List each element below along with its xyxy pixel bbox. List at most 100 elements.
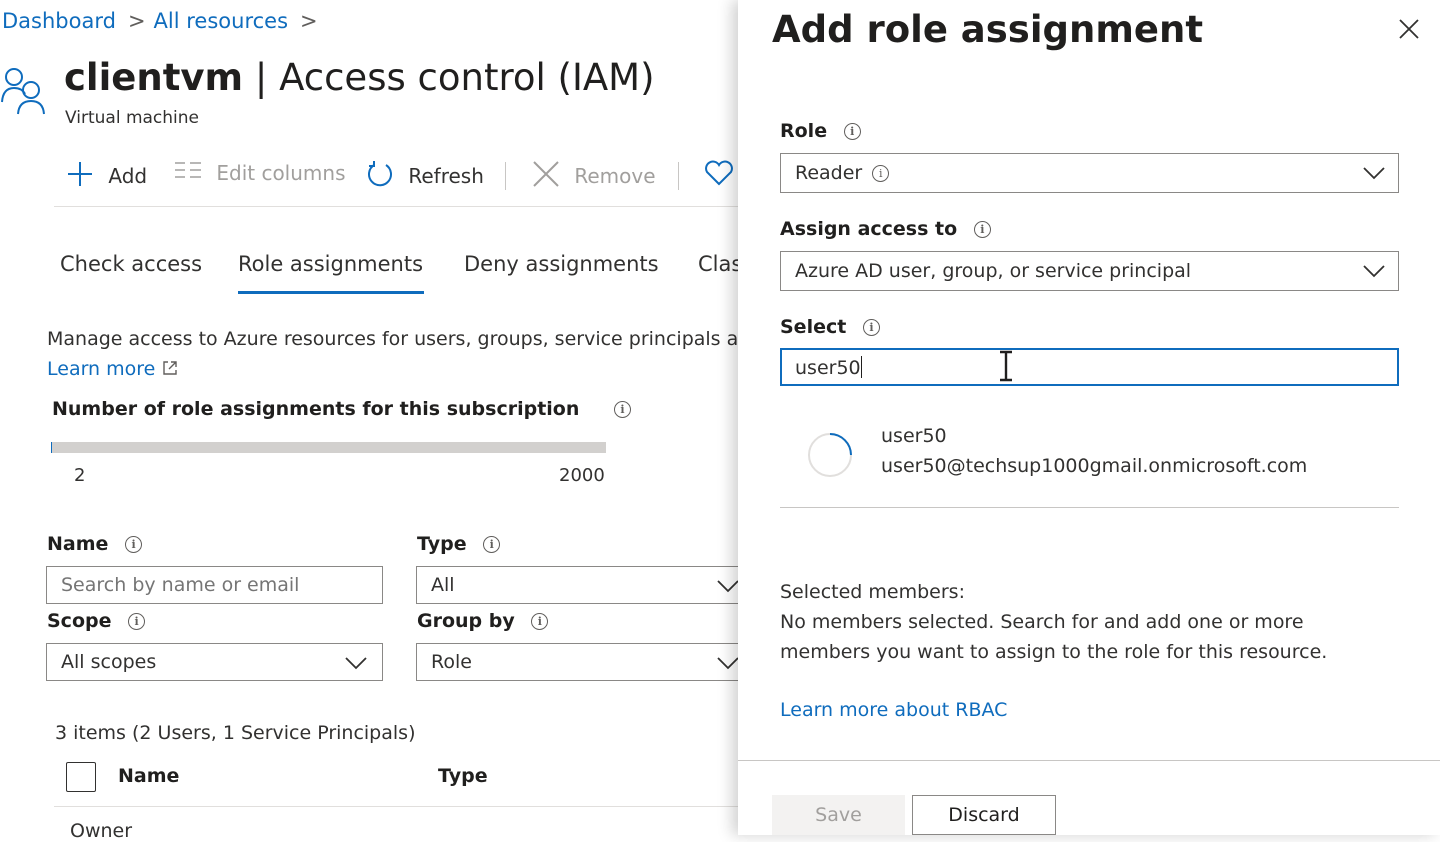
edit-columns-button[interactable]: Edit columns [174,160,346,185]
info-icon[interactable]: i [128,613,146,630]
loading-spinner-icon [808,433,852,477]
type-filter-label: Type i [417,533,501,555]
selected-members-message-line-1: No members selected. Search for and add … [780,611,1304,633]
toolbar-divider-line [54,206,738,207]
remove-label: Remove [574,164,656,188]
tab-deny-assignments[interactable]: Deny assignments [464,252,659,276]
info-icon[interactable]: i [843,123,861,140]
resource-name: clientvm [64,56,244,99]
assign-access-label-text: Assign access to [780,218,958,240]
add-button[interactable]: Add [66,160,147,188]
selected-members-title: Selected members: [780,581,965,603]
toolbar-divider [678,162,679,190]
remove-button[interactable]: Remove [532,160,656,188]
assignment-count-current: 2 [74,465,86,486]
table-group-owner[interactable]: Owner [70,820,132,842]
info-icon[interactable]: i [483,536,501,553]
group-by-label-text: Group by [417,610,515,632]
active-tab-indicator [238,291,424,294]
close-icon[interactable] [1394,14,1424,44]
users-icon [1,68,45,115]
info-icon[interactable]: i [872,165,890,182]
refresh-icon [368,161,392,187]
search-result-email[interactable]: user50@techsup1000gmail.onmicrosoft.com [881,455,1307,477]
member-search-value: user50 [795,357,861,379]
name-filter-label-text: Name [47,533,109,555]
assign-access-label: Assign access to i [780,218,991,240]
column-header-name[interactable]: Name [118,765,179,787]
info-icon[interactable]: i [125,536,143,553]
role-dropdown[interactable]: Reader i [780,153,1399,193]
info-icon[interactable]: i [614,401,632,418]
page-subtitle: Virtual machine [65,108,200,128]
page-title: clientvm | Access control (IAM) [64,56,655,99]
assignment-count-bar [51,442,606,453]
description-text: Manage access to Azure resources for use… [47,328,739,350]
name-filter-label: Name i [47,533,143,555]
assignment-count-max: 2000 [559,465,605,486]
group-by-label: Group by i [417,610,549,632]
assignment-count-title: Number of role assignments for this subs… [52,398,632,420]
type-filter-dropdown[interactable]: All [416,566,746,604]
select-label: Select i [780,316,880,338]
refresh-label: Refresh [408,164,484,188]
items-summary: 3 items (2 Users, 1 Service Principals) [55,722,416,744]
chevron-down-icon [345,657,367,670]
scope-filter-dropdown[interactable]: All scopes [46,643,383,681]
type-filter-label-text: Type [417,533,467,555]
learn-more-rbac-link[interactable]: Learn more about RBAC [780,699,1007,721]
feedback-button[interactable] [704,160,734,186]
chevron-right-icon: > [300,9,318,33]
chevron-down-icon [717,657,739,670]
info-icon[interactable]: i [973,221,991,238]
page-title-suffix: | Access control (IAM) [254,56,655,99]
plus-icon [68,162,92,186]
type-filter-value: All [431,574,455,596]
info-icon[interactable]: i [862,319,880,336]
role-label-text: Role [780,120,828,142]
chevron-right-icon: > [127,9,146,33]
text-cursor-icon [1000,350,1012,382]
text-caret [860,356,862,378]
results-divider [780,507,1399,508]
breadcrumb: Dashboard > All resources > [2,9,326,33]
add-role-assignment-panel: Add role assignment Role i Reader i Assi… [738,0,1440,835]
panel-footer-divider [738,760,1440,761]
breadcrumb-all-resources[interactable]: All resources [154,9,288,33]
scope-filter-value: All scopes [61,651,157,673]
panel-title: Add role assignment [772,8,1204,51]
role-label: Role i [780,120,861,142]
tab-check-access[interactable]: Check access [60,252,202,276]
tab-classic-administrators[interactable]: Clas [698,252,742,276]
save-button[interactable]: Save [772,795,905,835]
edit-columns-label: Edit columns [216,161,346,185]
table-header-divider [54,806,738,807]
description: Manage access to Azure resources for use… [47,324,747,384]
name-search-input[interactable] [46,566,383,604]
selected-members-message-line-2: members you want to assign to the role f… [780,641,1328,663]
chevron-down-icon [717,580,739,593]
group-by-dropdown[interactable]: Role [416,643,746,681]
select-all-checkbox[interactable] [66,762,96,792]
tab-role-assignments[interactable]: Role assignments [238,252,423,276]
refresh-button[interactable]: Refresh [366,160,484,188]
external-link-icon [163,361,178,375]
member-search-input[interactable]: user50 [780,348,1399,386]
selected-members-message: No members selected. Search for and add … [780,607,1380,667]
toolbar-divider [505,162,506,190]
assignment-count-label: Number of role assignments for this subs… [52,398,580,420]
info-icon[interactable]: i [531,613,549,630]
chevron-down-icon [1363,265,1385,278]
add-label: Add [108,164,148,188]
columns-icon [175,162,201,178]
role-value: Reader [795,162,863,184]
discard-button[interactable]: Discard [912,795,1056,835]
assign-access-dropdown[interactable]: Azure AD user, group, or service princip… [780,251,1399,291]
scope-filter-label: Scope i [47,610,146,632]
chevron-down-icon [1363,167,1385,180]
learn-more-link[interactable]: Learn more [47,358,155,380]
group-by-value: Role [431,651,472,673]
column-header-type[interactable]: Type [438,765,488,787]
search-result-name[interactable]: user50 [881,425,947,447]
breadcrumb-dashboard[interactable]: Dashboard [2,9,116,33]
